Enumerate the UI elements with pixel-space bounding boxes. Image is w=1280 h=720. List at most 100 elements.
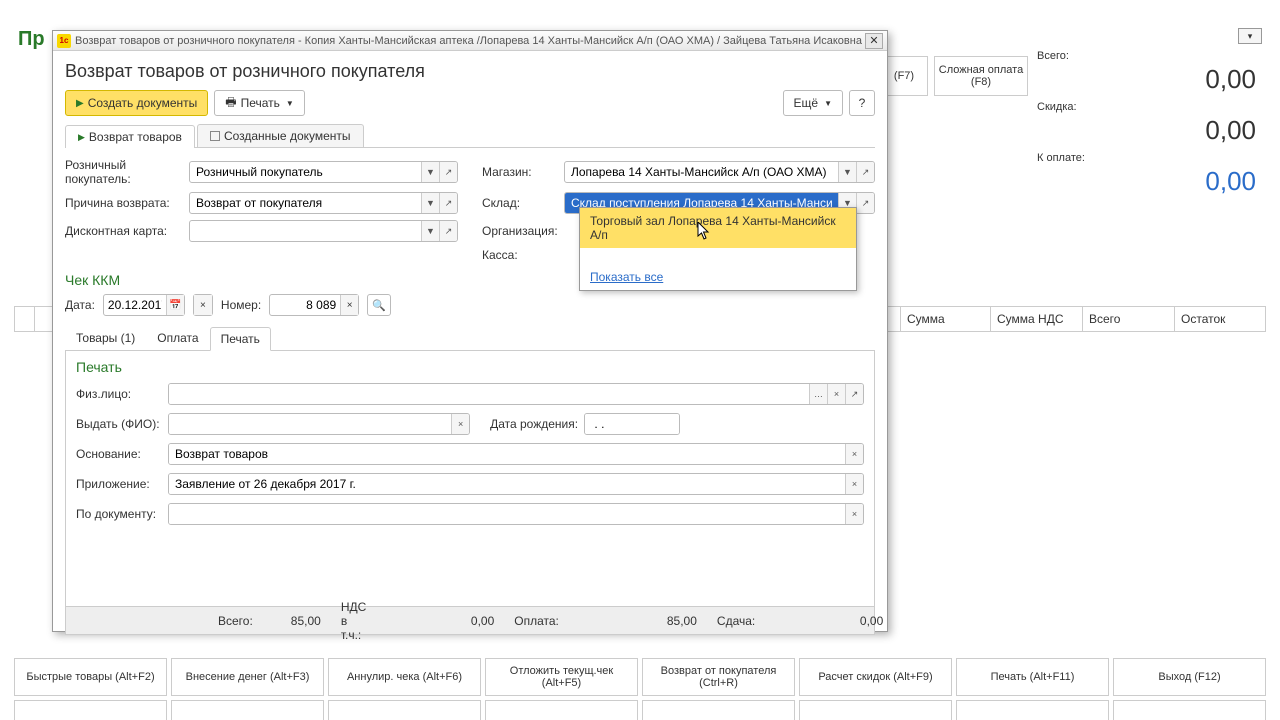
bg-button-f8-label1: Сложная оплата [939,64,1023,76]
date-input[interactable]: 📅 [103,294,185,316]
buyer-field[interactable] [190,162,421,182]
shop-field[interactable] [565,162,838,182]
fn2-3[interactable] [328,700,481,720]
ellipsis-icon[interactable]: … [809,384,827,404]
fn-return[interactable]: Возврат от покупателя (Ctrl+R) [642,658,795,696]
birth-input[interactable]: 📅 × [584,413,680,435]
vydat-label: Выдать (ФИО): [76,417,162,431]
search-button[interactable]: 🔍 [367,294,391,316]
fn2-5[interactable] [642,700,795,720]
chevron-down-icon[interactable]: ▼ [421,162,439,182]
fn-cash-in[interactable]: Внесение денег (Alt+F3) [171,658,324,696]
table-header-icon [15,307,35,331]
th-vsego[interactable]: Всего [1083,307,1175,331]
document-icon [210,131,220,141]
tab-created-documents[interactable]: Созданные документы [197,124,364,147]
close-icon[interactable]: × [194,295,212,315]
open-icon[interactable]: ↗ [439,193,457,213]
bg-button-complex-payment[interactable]: Сложная оплата (F8) [934,56,1028,96]
total-vsego-value: 0,00 [1037,62,1262,97]
dropdown-item-trade-hall[interactable]: Торговый зал Лопарева 14 Ханты-Мансийск … [580,208,856,248]
osn-label: Основание: [76,447,162,461]
more-button-label: Ещё [794,96,819,110]
org-label: Организация: [482,224,558,238]
fn-exit[interactable]: Выход (F12) [1113,658,1266,696]
fn2-7[interactable] [956,700,1109,720]
background-title: Пр [18,28,45,51]
more-button[interactable]: Ещё ▼ [783,90,843,116]
create-documents-button[interactable]: ▶ Создать документы [65,90,208,116]
tab-payment[interactable]: Оплата [146,326,209,350]
modal-header: Возврат товаров от розничного покупателя [65,61,875,82]
osn-input[interactable]: × [168,443,864,465]
close-icon[interactable]: × [340,295,358,315]
th-summa-nds[interactable]: Сумма НДС [991,307,1083,331]
fn2-2[interactable] [171,700,324,720]
vydat-field[interactable] [169,414,451,434]
close-icon[interactable]: × [451,414,469,434]
fn2-6[interactable] [799,700,952,720]
reason-input[interactable]: ▼ ↗ [189,192,458,214]
reason-label: Причина возврата: [65,196,183,210]
totals-panel: Всего: 0,00 Скидка: 0,00 К оплате: 0,00 [1037,50,1262,203]
osn-field[interactable] [169,444,845,464]
fn2-4[interactable] [485,700,638,720]
fiz-input[interactable]: … × ↗ [168,383,864,405]
pril-input[interactable]: × [168,473,864,495]
date-field[interactable] [104,298,166,312]
tab-print[interactable]: Печать [210,327,271,351]
chevron-down-icon[interactable]: ▼ [421,193,439,213]
tab-goods[interactable]: Товары (1) [65,326,146,350]
date-clear[interactable]: × [193,294,213,316]
fn-hold-check[interactable]: Отложить текущ.чек (Alt+F5) [485,658,638,696]
chevron-down-icon: ▼ [824,99,832,108]
reason-field[interactable] [190,193,421,213]
close-icon[interactable]: × [845,444,863,464]
fn-discounts[interactable]: Расчет скидок (Alt+F9) [799,658,952,696]
close-icon[interactable]: × [845,474,863,494]
dropdown-show-all[interactable]: Показать все [580,264,856,290]
calendar-icon[interactable]: 📅 [166,295,184,315]
open-icon[interactable]: ↗ [856,162,874,182]
modal-title-bar[interactable]: 1c Возврат товаров от розничного покупат… [53,31,887,51]
top-right-dropdown[interactable] [1238,28,1262,44]
open-icon[interactable]: ↗ [439,221,457,241]
card-input[interactable]: ▼ ↗ [189,220,458,242]
fn-fast-goods[interactable]: Быстрые товары (Alt+F2) [14,658,167,696]
birth-field[interactable] [585,414,680,434]
total-skidka-value: 0,00 [1037,113,1262,148]
close-icon[interactable]: ✕ [865,33,883,49]
card-field[interactable] [190,221,421,241]
check-date-row: Дата: 📅 × Номер: × 🔍 [65,294,875,316]
fn-print[interactable]: Печать (Alt+F11) [956,658,1109,696]
open-icon[interactable]: ↗ [845,384,863,404]
fn2-1[interactable] [14,700,167,720]
vydat-input[interactable]: × [168,413,470,435]
warehouse-label: Склад: [482,196,558,210]
buyer-input[interactable]: ▼ ↗ [189,161,458,183]
th-ostatok[interactable]: Остаток [1175,307,1265,331]
fiz-field[interactable] [169,384,809,404]
open-icon[interactable]: ↗ [439,162,457,182]
chevron-down-icon[interactable]: ▼ [838,162,856,182]
pril-field[interactable] [169,474,845,494]
print-button[interactable]: 🖶 Печать ▼ [214,90,305,116]
fn2-8[interactable] [1113,700,1266,720]
number-input[interactable]: × [269,294,359,316]
chevron-down-icon[interactable]: ▼ [421,221,439,241]
sub-tabs: Товары (1) Оплата Печать [65,326,875,351]
open-icon[interactable]: ↗ [856,193,874,213]
close-icon[interactable]: × [845,504,863,524]
shop-input[interactable]: ▼ ↗ [564,161,875,183]
doc-input[interactable]: × [168,503,864,525]
modal-window-title: Возврат товаров от розничного покупателя… [75,35,865,47]
tb-sdacha-label: Сдача: [717,614,755,628]
close-icon[interactable]: × [827,384,845,404]
doc-field[interactable] [169,504,845,524]
tab-return-goods[interactable]: ▶ Возврат товаров [65,125,195,148]
th-summa[interactable]: Сумма [901,307,991,331]
fn-cancel-check[interactable]: Аннулир. чека (Alt+F6) [328,658,481,696]
printer-icon: 🖶 [225,93,236,114]
help-button[interactable]: ? [849,90,875,116]
number-field[interactable] [270,298,340,312]
